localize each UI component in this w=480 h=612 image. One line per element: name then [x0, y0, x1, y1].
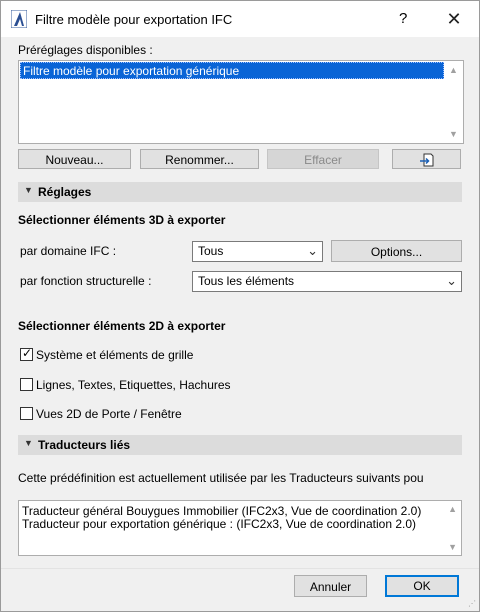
ifc-domain-label: par domaine IFC :: [20, 244, 117, 258]
archicad-app-icon: [11, 10, 27, 28]
scroll-up-icon[interactable]: ▲: [449, 65, 458, 75]
settings-section-header[interactable]: ▼ Réglages: [18, 182, 462, 202]
settings-section-label: Réglages: [38, 185, 92, 199]
checkbox-lines-texts[interactable]: [20, 378, 33, 391]
translators-section-label: Traducteurs liés: [38, 438, 131, 452]
dialog-window: Filtre modèle pour exportation IFC ? ✕ P…: [0, 0, 480, 612]
checkbox-door-window-views[interactable]: [20, 407, 33, 420]
structural-function-value: Tous les éléments: [198, 274, 295, 288]
checkbox-grid-elements-label[interactable]: Système et éléments de grille: [36, 348, 193, 362]
checkbox-grid-elements[interactable]: ✓: [20, 346, 33, 361]
import-preset-button[interactable]: [392, 149, 461, 169]
close-button[interactable]: ✕: [439, 6, 469, 32]
checkmark-icon: ✓: [22, 346, 33, 360]
presets-scrollbar[interactable]: ▲ ▼: [446, 62, 462, 142]
collapse-triangle-icon[interactable]: ▼: [24, 438, 33, 448]
title-bar: Filtre modèle pour exportation IFC ? ✕: [1, 1, 479, 37]
window-title: Filtre modèle pour exportation IFC: [35, 12, 233, 27]
select-2d-title: Sélectionner éléments 2D à exporter: [18, 319, 226, 333]
select-3d-title: Sélectionner éléments 3D à exporter: [18, 213, 226, 227]
options-button[interactable]: Options...: [331, 240, 462, 262]
collapse-triangle-icon[interactable]: ▼: [24, 185, 33, 195]
checkbox-door-window-views-label[interactable]: Vues 2D de Porte / Fenêtre: [36, 407, 182, 421]
translators-section-header[interactable]: ▼ Traducteurs liés: [18, 435, 462, 455]
rename-preset-button[interactable]: Renommer...: [140, 149, 259, 169]
scroll-up-icon[interactable]: ▲: [448, 504, 457, 514]
resize-grip-icon[interactable]: ⋰: [468, 599, 476, 608]
chevron-down-icon: ⌄: [307, 243, 318, 258]
new-preset-button[interactable]: Nouveau...: [18, 149, 131, 169]
list-item: Traducteur général Bouygues Immobilier (…: [22, 504, 422, 518]
presets-label: Préréglages disponibles :: [18, 43, 153, 57]
cancel-button[interactable]: Annuler: [294, 575, 367, 597]
structural-function-label: par fonction structurelle :: [20, 274, 152, 288]
linked-translators-list[interactable]: Traducteur général Bouygues Immobilier (…: [18, 500, 462, 556]
ifc-domain-value: Tous: [198, 244, 224, 258]
list-item[interactable]: Filtre modèle pour exportation générique: [20, 62, 444, 79]
scroll-down-icon[interactable]: ▼: [449, 129, 458, 139]
chevron-down-icon: ⌄: [446, 273, 457, 288]
checkbox-lines-texts-label[interactable]: Lignes, Textes, Etiquettes, Hachures: [36, 378, 231, 392]
help-button[interactable]: ?: [399, 10, 407, 27]
translators-description: Cette prédéfinition est actuellement uti…: [18, 471, 424, 485]
footer-divider: [1, 568, 479, 569]
ok-button[interactable]: OK: [385, 575, 459, 597]
presets-list[interactable]: Filtre modèle pour exportation générique…: [18, 60, 464, 144]
delete-preset-button[interactable]: Effacer: [267, 149, 379, 169]
import-icon: [419, 153, 433, 167]
structural-function-select[interactable]: Tous les éléments ⌄: [192, 271, 462, 292]
scroll-down-icon[interactable]: ▼: [448, 542, 457, 552]
list-item: Traducteur pour exportation générique : …: [22, 517, 417, 531]
ifc-domain-select[interactable]: Tous ⌄: [192, 241, 323, 262]
